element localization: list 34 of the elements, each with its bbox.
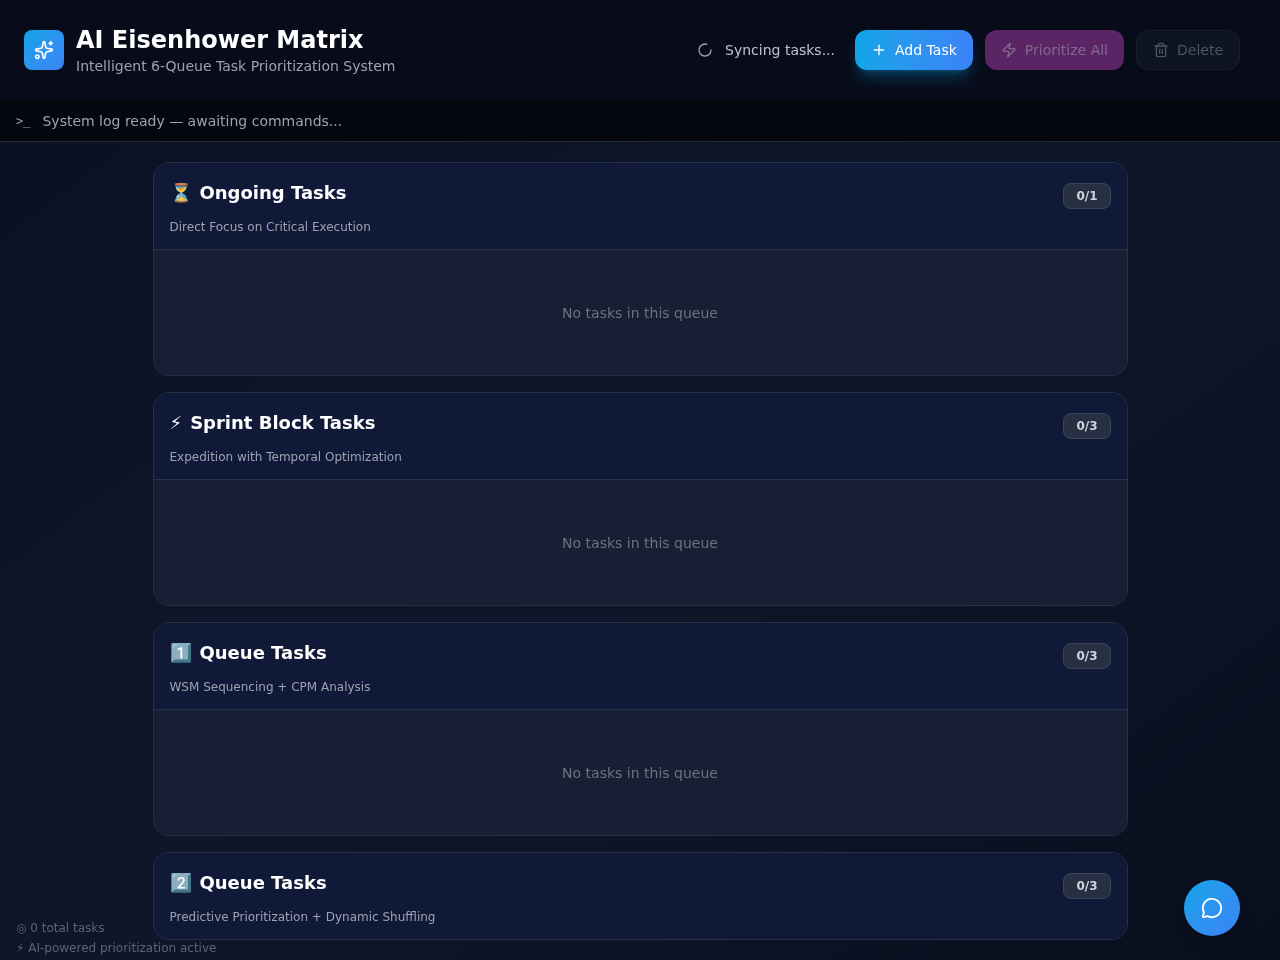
- spinner-icon: [697, 42, 714, 58]
- queue-emoji: 2⃣: [169, 871, 192, 895]
- queue-count: 0/3: [1063, 873, 1111, 899]
- queue-count: 0/3: [1063, 413, 1111, 439]
- trash-icon: [1153, 42, 1169, 58]
- log-message: System log ready — awaiting commands...: [42, 111, 343, 131]
- lightning-icon: [1000, 42, 1017, 58]
- app-title: AI Eisenhower Matrix: [76, 25, 365, 56]
- queue-title: Sprint Block Tasks: [190, 411, 376, 435]
- queue-subtitle: WSM Sequencing + CPM Analysis: [169, 679, 371, 695]
- queue-emoji: ⚡: [169, 411, 183, 435]
- queue-subtitle: Expedition with Temporal Optimization: [169, 449, 402, 465]
- empty-message: No tasks in this queue: [562, 763, 718, 783]
- queue-emoji: 1⃣: [169, 641, 192, 665]
- sync-status: Syncing tasks...: [725, 41, 835, 60]
- queue-title: Ongoing Tasks: [199, 181, 347, 205]
- sparkles-icon: [24, 30, 64, 70]
- status-text: ⚡ AI-powered prioritization active: [16, 940, 217, 956]
- queue-title: Queue Tasks: [199, 871, 327, 895]
- queue-subtitle: Direct Focus on Critical Execution: [169, 219, 371, 235]
- queue-emoji: ⏳: [169, 181, 192, 205]
- queue-title: Queue Tasks: [199, 641, 327, 665]
- empty-message: No tasks in this queue: [562, 303, 718, 323]
- queue-count: 0/1: [1063, 183, 1111, 209]
- app-subtitle: Intelligent 6-Queue Task Prioritization System: [76, 57, 396, 76]
- chat-button[interactable]: [1184, 880, 1240, 936]
- queue-count: 0/3: [1063, 643, 1111, 669]
- chat-icon: [1201, 897, 1223, 919]
- plus-icon: [871, 42, 887, 58]
- queue-subtitle: Predictive Prioritization + Dynamic Shuffling: [169, 909, 436, 925]
- status-text: ◎ 0 total tasks: [16, 920, 106, 936]
- add-button[interactable]: Add Task: [855, 30, 973, 70]
- empty-message: No tasks in this queue: [562, 533, 718, 553]
- prompt-glyph: >_: [16, 112, 31, 129]
